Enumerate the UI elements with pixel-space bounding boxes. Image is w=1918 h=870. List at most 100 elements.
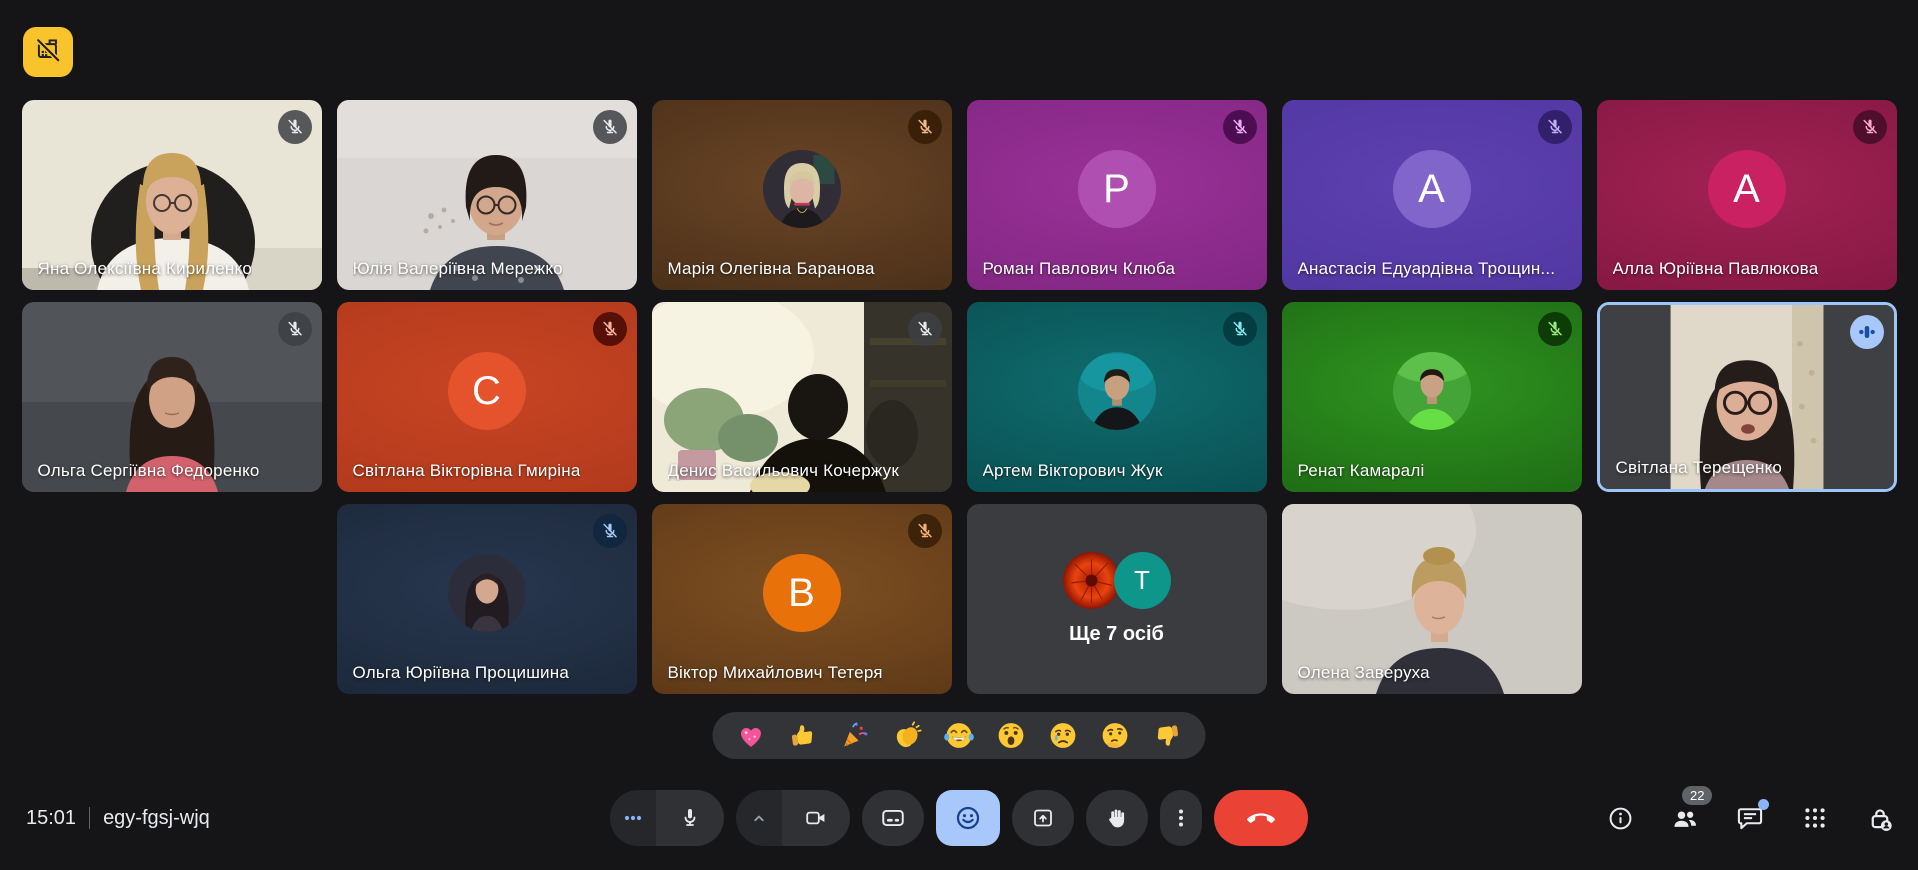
mic-more-button[interactable] [610, 790, 656, 846]
reaction-thinking-face[interactable] [1100, 720, 1131, 751]
mic-muted-icon [908, 514, 942, 548]
grid-row-3: Ольга Юріївна Процишина B Віктор Михайлови… [0, 504, 1918, 694]
participant-tile-anastasiia[interactable]: A Анастасія Едуардівна Трощин... [1282, 100, 1582, 290]
reactions-bar [713, 712, 1206, 759]
participant-tile-olha-p[interactable]: Ольга Юріївна Процишина [337, 504, 637, 694]
overflow-participants: T Ще 7 осіб [967, 504, 1267, 694]
overflow-count-label: Ще 7 осіб [1069, 623, 1164, 646]
mic-muted-icon [1538, 312, 1572, 346]
participant-tile-overflow[interactable]: T Ще 7 осіб [967, 504, 1267, 694]
audio-level-icon [1850, 315, 1884, 349]
host-controls-button[interactable] [1866, 804, 1894, 832]
participant-grid: Яна Олексіївна Кириленко Юлія Валеріївна … [0, 100, 1918, 694]
participant-name: Світлана Вікторівна Гмиріна [353, 461, 581, 481]
camera-button[interactable] [782, 790, 850, 846]
chat-button[interactable] [1736, 804, 1764, 832]
reaction-clapping-hands[interactable] [892, 720, 923, 751]
flower-avatar [1063, 552, 1120, 609]
reaction-party-popper[interactable] [840, 720, 871, 751]
initial-avatar: T [1114, 552, 1171, 609]
participant-tile-yuliia[interactable]: Юлія Валеріївна Мережко [337, 100, 637, 290]
participant-tile-svitlana-t[interactable]: Світлана Терещенко [1597, 302, 1897, 492]
participant-name: Світлана Терещенко [1616, 458, 1783, 478]
overflow-avatars: T [1063, 552, 1171, 609]
mic-muted-icon [593, 514, 627, 548]
initial-avatar: P [1078, 150, 1156, 228]
chat-notification-dot [1758, 799, 1769, 810]
mic-muted-icon [908, 110, 942, 144]
participant-name: Артем Вікторович Жук [983, 461, 1163, 481]
participant-name: Олена Заверуха [1298, 663, 1430, 683]
meeting-meta: 15:01 egy-fgsj-wjq [26, 790, 210, 846]
participant-name: Роман Павлович Клюба [983, 259, 1176, 279]
initial-avatar: C [448, 352, 526, 430]
participant-name: Віктор Михайлович Тетеря [668, 663, 883, 683]
mic-muted-icon [1223, 110, 1257, 144]
control-bar [610, 790, 1308, 846]
participant-tile-olena[interactable]: Олена Заверуха [1282, 504, 1582, 694]
initial-avatar: B [763, 554, 841, 632]
participant-tile-viktor[interactable]: B Віктор Михайлович Тетеря [652, 504, 952, 694]
participant-tile-roman[interactable]: P Роман Павлович Клюба [967, 100, 1267, 290]
meeting-details-button[interactable] [1606, 804, 1634, 832]
end-call-button[interactable] [1214, 790, 1308, 846]
camera-more-button[interactable] [736, 790, 782, 846]
reactions-button[interactable] [936, 790, 1000, 846]
status-chip[interactable] [23, 27, 73, 77]
participant-name: Алла Юріївна Павлюкова [1613, 259, 1819, 279]
participant-tile-olha-f[interactable]: Ольга Сергіївна Федоренко [22, 302, 322, 492]
initial-avatar: A [1708, 150, 1786, 228]
participant-name: Денис Васильович Кочержук [668, 461, 899, 481]
participant-tile-renat[interactable]: Ренат Камаралі [1282, 302, 1582, 492]
photo-avatar [763, 150, 841, 228]
reaction-thumbs-down[interactable] [1152, 720, 1183, 751]
mic-muted-icon [1853, 110, 1887, 144]
presentation-off-icon [34, 36, 62, 69]
participant-count-badge: 22 [1682, 786, 1712, 805]
microphone-button[interactable] [656, 790, 724, 846]
photo-avatar [1078, 352, 1156, 430]
participant-name: Ольга Юріївна Процишина [353, 663, 569, 683]
photo-avatar [1393, 352, 1471, 430]
activities-button[interactable] [1801, 804, 1829, 832]
participant-name: Марія Олегівна Баранова [668, 259, 875, 279]
participant-tile-alla[interactable]: A Алла Юріївна Павлюкова [1597, 100, 1897, 290]
meeting-code: egy-fgsj-wjq [103, 807, 210, 830]
reaction-thumbs-up[interactable] [788, 720, 819, 751]
participant-tile-svitlana-h[interactable]: C Світлана Вікторівна Гмиріна [337, 302, 637, 492]
grid-row-1: Яна Олексіївна Кириленко Юлія Валеріївна … [0, 100, 1918, 290]
participant-name: Юлія Валеріївна Мережко [353, 259, 563, 279]
grid-row-2: Ольга Сергіївна Федоренко C Світлана Вікто… [0, 302, 1918, 492]
more-options-button[interactable] [1160, 790, 1202, 846]
participant-tile-maria[interactable]: Марія Олегівна Баранова [652, 100, 952, 290]
participant-name: Анастасія Едуардівна Трощин... [1298, 259, 1556, 279]
participant-name: Ольга Сергіївна Федоренко [38, 461, 260, 481]
captions-button[interactable] [862, 790, 924, 846]
mic-muted-icon [593, 312, 627, 346]
reaction-crying-face[interactable] [1048, 720, 1079, 751]
initial-avatar: A [1393, 150, 1471, 228]
mic-muted-icon [593, 110, 627, 144]
people-button[interactable]: 22 [1671, 804, 1699, 832]
participant-name: Ренат Камаралі [1298, 461, 1425, 481]
mic-muted-icon [908, 312, 942, 346]
divider [89, 807, 90, 829]
mic-muted-icon [1223, 312, 1257, 346]
reaction-sparkling-heart[interactable] [736, 720, 767, 751]
mic-muted-icon [278, 312, 312, 346]
participant-tile-denys[interactable]: Денис Васильович Кочержук [652, 302, 952, 492]
present-button[interactable] [1012, 790, 1074, 846]
camera-split-button [736, 790, 850, 846]
participant-tile-artem[interactable]: Артем Вікторович Жук [967, 302, 1267, 492]
mic-split-button [610, 790, 724, 846]
photo-avatar [448, 554, 526, 632]
participant-tile-yana[interactable]: Яна Олексіївна Кириленко [22, 100, 322, 290]
participant-name: Яна Олексіївна Кириленко [38, 259, 252, 279]
reaction-face-with-tears-of-joy[interactable] [944, 720, 975, 751]
meet-stage: Яна Олексіївна Кириленко Юлія Валеріївна … [0, 0, 1918, 870]
raise-hand-button[interactable] [1086, 790, 1148, 846]
reaction-surprised-face[interactable] [996, 720, 1027, 751]
mic-muted-icon [1538, 110, 1572, 144]
mic-muted-icon [278, 110, 312, 144]
clock: 15:01 [26, 807, 76, 830]
